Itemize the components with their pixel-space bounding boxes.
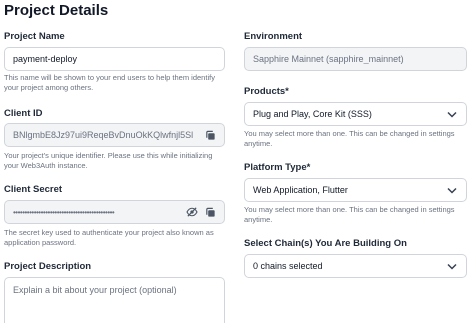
project-name-input[interactable]: payment-deploy <box>4 47 225 71</box>
chains-select[interactable]: 0 chains selected <box>244 254 467 278</box>
eye-off-icon[interactable] <box>186 206 198 218</box>
products-help: You may select more than one. This can b… <box>244 129 455 148</box>
project-description-textarea[interactable]: Explain a bit about your project (option… <box>4 277 225 323</box>
project-name-label: Project Name <box>4 31 65 42</box>
copy-icon[interactable] <box>204 129 216 141</box>
client-id-field: BNlgmbE8Jz97ui9ReqeBvDnuOkKQlwfnjl5Sl <box>4 123 225 147</box>
chevron-down-icon <box>446 184 458 196</box>
client-secret-help: The secret key used to authenticate your… <box>4 228 214 247</box>
client-secret-label: Client Secret <box>4 184 63 195</box>
platform-type-help: You may select more than one. This can b… <box>244 205 455 224</box>
products-label: Products* <box>244 86 289 97</box>
environment-value: Sapphire Mainnet (sapphire_mainnet) <box>253 54 404 64</box>
project-description-placeholder: Explain a bit about your project (option… <box>13 285 177 295</box>
project-description-label: Project Description <box>4 261 92 272</box>
project-name-help: This name will be shown to your end user… <box>4 73 215 92</box>
client-id-label: Client ID <box>4 108 43 119</box>
chevron-down-icon <box>446 108 458 120</box>
page-title: Project Details <box>4 2 109 19</box>
environment-field: Sapphire Mainnet (sapphire_mainnet) <box>244 47 467 71</box>
platform-type-label: Platform Type* <box>244 162 311 173</box>
client-secret-field: ••••••••••••••••••••••••••••••••••••••••… <box>4 200 225 224</box>
copy-icon[interactable] <box>204 206 216 218</box>
platform-type-select[interactable]: Web Application, Flutter <box>244 178 467 202</box>
environment-label: Environment <box>244 31 303 42</box>
client-id-help: Your project's unique identifier. Please… <box>4 151 213 170</box>
project-name-value: payment-deploy <box>13 54 78 64</box>
chains-label: Select Chain(s) You Are Building On <box>244 238 407 249</box>
products-select[interactable]: Plug and Play, Core Kit (SSS) <box>244 102 467 126</box>
products-value: Plug and Play, Core Kit (SSS) <box>253 109 372 119</box>
chevron-down-icon <box>446 260 458 272</box>
chains-value: 0 chains selected <box>253 261 323 271</box>
client-secret-value: ••••••••••••••••••••••••••••••••••••••••… <box>13 207 115 217</box>
platform-type-value: Web Application, Flutter <box>253 185 348 195</box>
client-id-value: BNlgmbE8Jz97ui9ReqeBvDnuOkKQlwfnjl5Sl <box>13 130 194 140</box>
